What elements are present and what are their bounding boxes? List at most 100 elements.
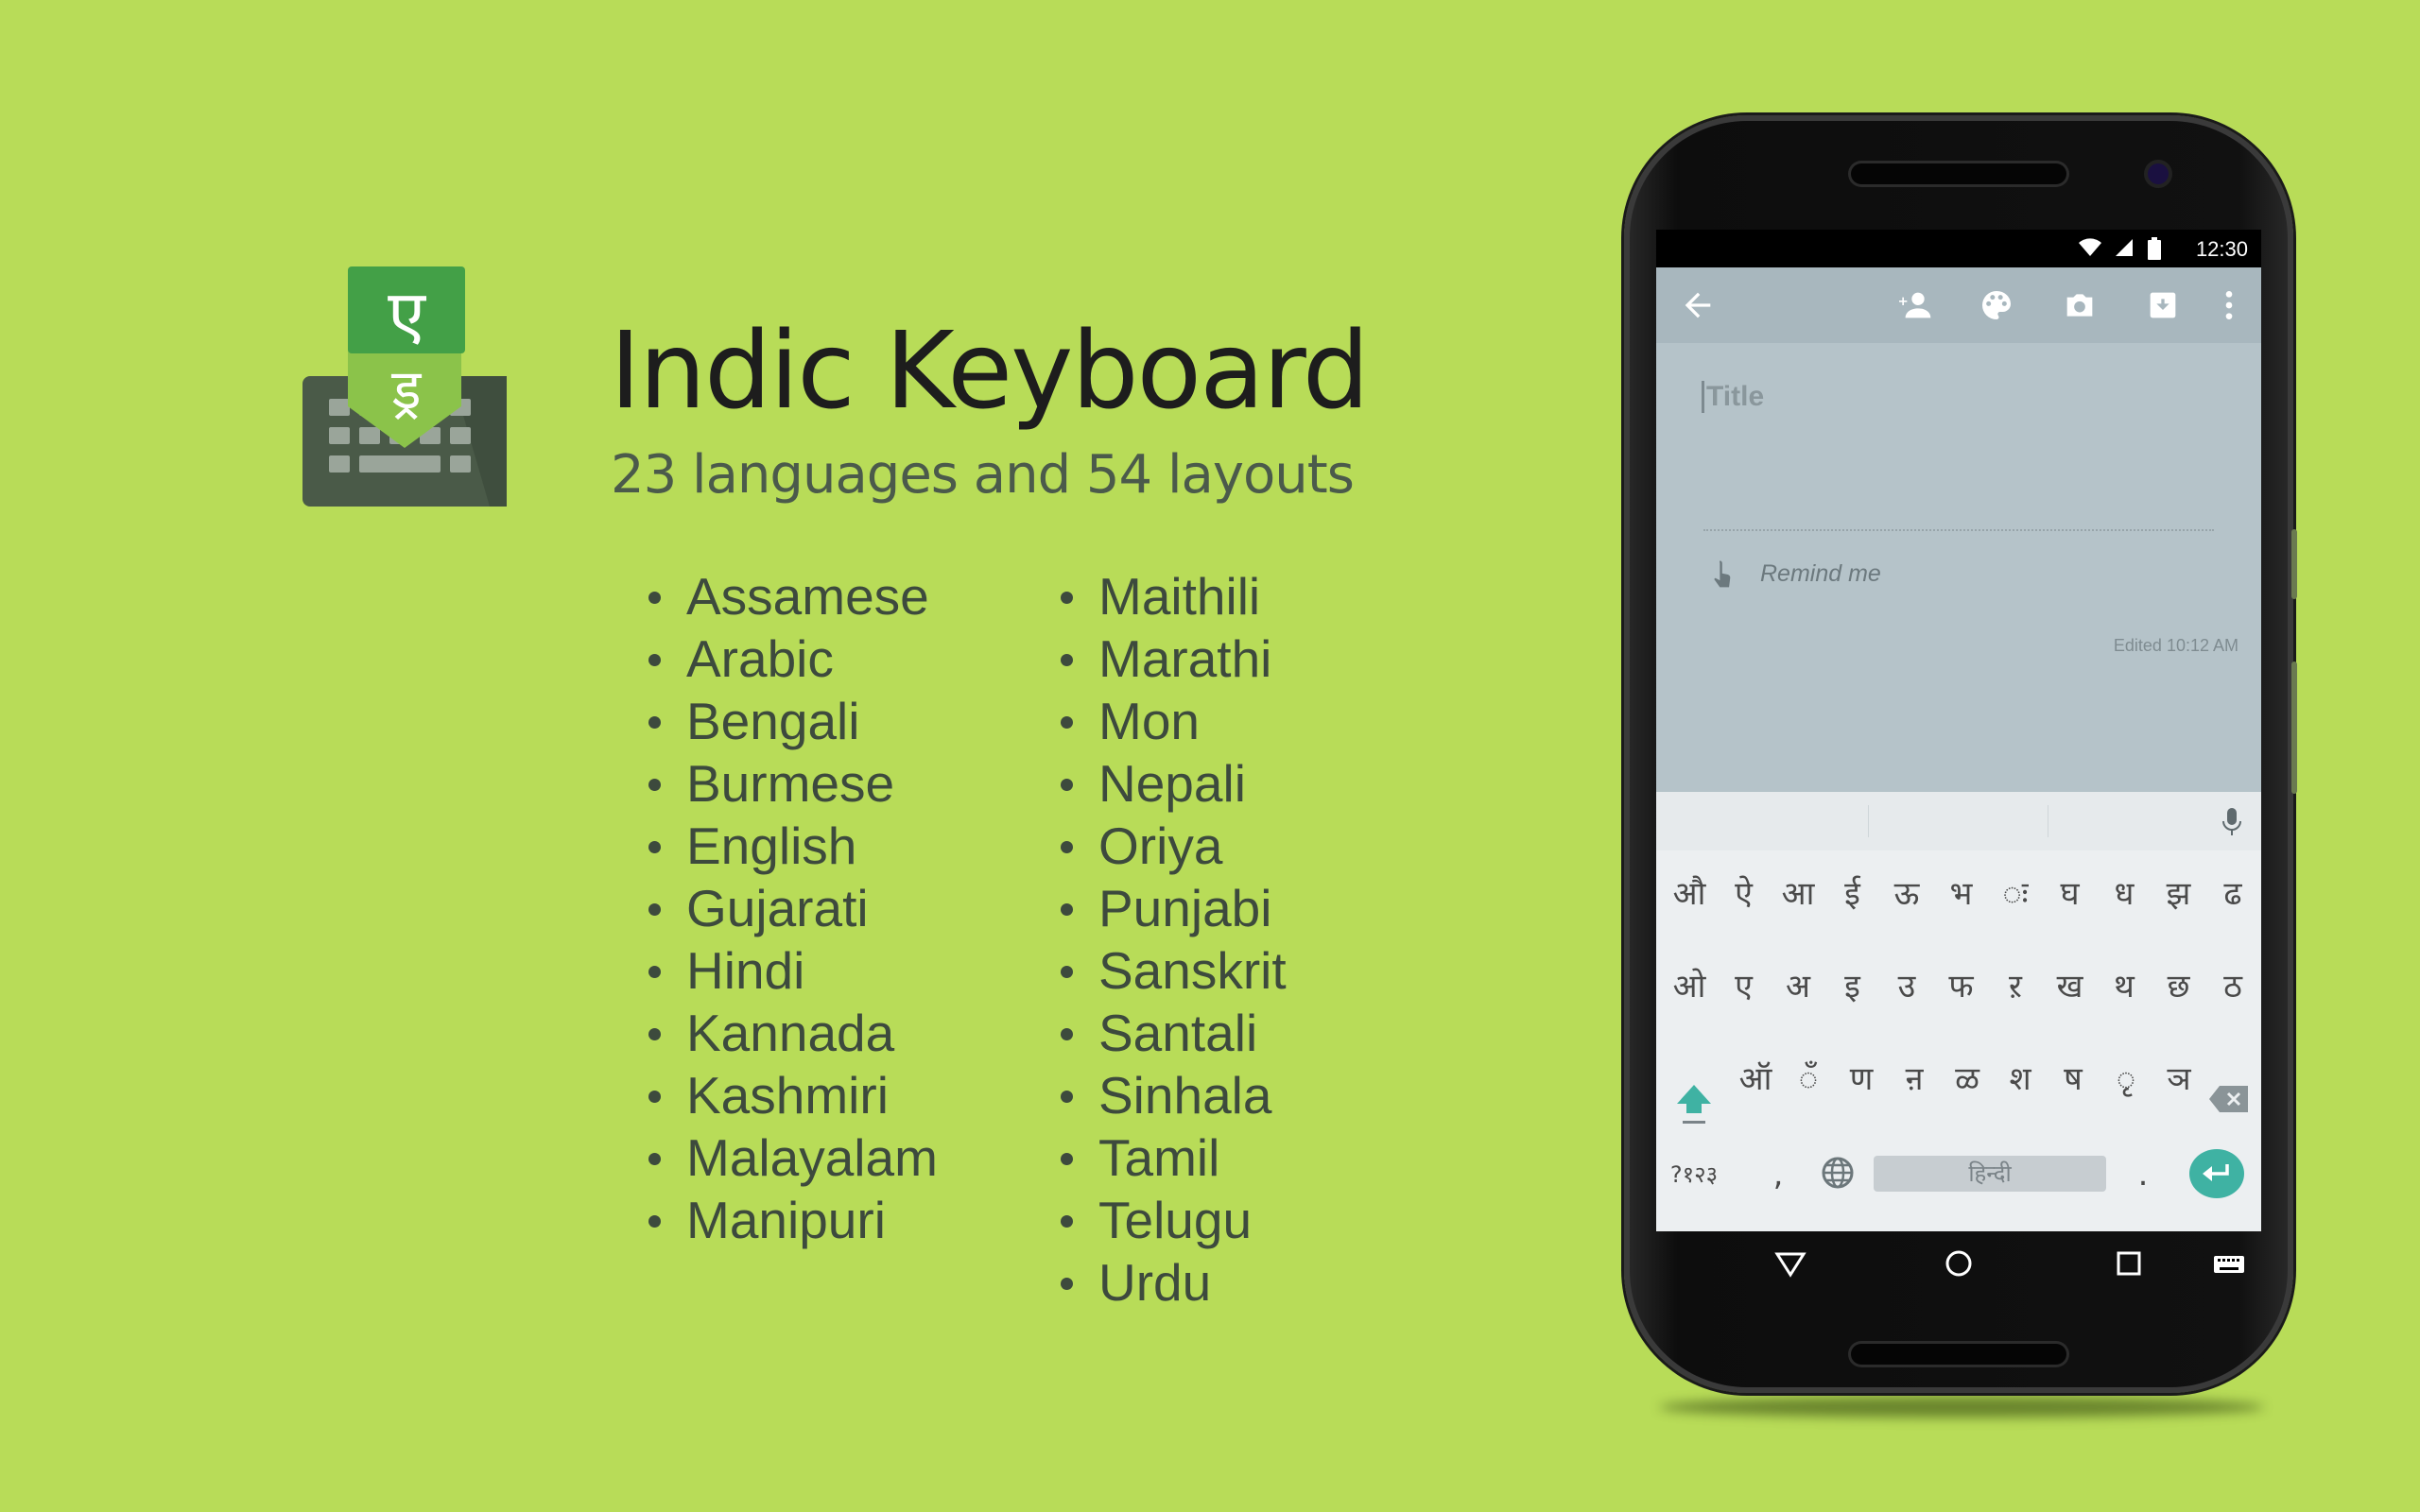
language-item: Tamil <box>1055 1126 1287 1189</box>
comma-key[interactable]: , <box>1751 1137 1806 1212</box>
key[interactable]: झ <box>2152 856 2206 932</box>
language-item: Santali <box>1055 1002 1287 1064</box>
strip-separator <box>1868 805 1869 837</box>
phone-shadow <box>1659 1397 2264 1418</box>
back-triangle-icon[interactable] <box>1772 1245 1809 1282</box>
key[interactable]: ऊ <box>1879 856 1934 932</box>
note-toolbar <box>1656 267 2261 343</box>
language-item: Malayalam <box>643 1126 938 1189</box>
app-icon-glyph-top: ए <box>388 275 426 354</box>
more-vert-icon[interactable] <box>2220 286 2238 324</box>
key[interactable]: ँ <box>1781 1041 1836 1117</box>
note-divider <box>1703 529 2214 531</box>
back-arrow-icon[interactable] <box>1679 286 1717 324</box>
remind-me-button[interactable]: Remind me <box>1760 560 1881 588</box>
recents-square-icon[interactable] <box>2110 1245 2148 1282</box>
language-item: Sinhala <box>1055 1064 1287 1126</box>
key[interactable]: ढ <box>2205 856 2260 932</box>
key[interactable]: आ <box>1771 856 1825 932</box>
language-item: Kannada <box>643 1002 938 1064</box>
language-item: Marathi <box>1055 627 1287 690</box>
mic-icon[interactable] <box>2221 807 2242 837</box>
language-item: Gujarati <box>643 877 938 939</box>
key[interactable]: ठ <box>2205 949 2260 1024</box>
key[interactable]: श <box>1993 1041 2048 1117</box>
key[interactable]: ऩ <box>1887 1041 1942 1117</box>
suggestion-strip <box>1656 792 2261 850</box>
key[interactable]: औ <box>1662 856 1717 932</box>
symbols-key[interactable]: ?१२३ <box>1664 1137 1724 1212</box>
key[interactable]: ऱ <box>1988 949 2043 1024</box>
phone-screen: 12:30 Title Remind me Edited 10:12 AM औ … <box>1656 230 2261 1231</box>
language-item: Nepali <box>1055 752 1287 815</box>
key[interactable]: ऐ <box>1717 856 1772 932</box>
shift-icon[interactable] <box>1668 1075 1720 1128</box>
key[interactable]: अ <box>1771 949 1825 1024</box>
status-time: 12:30 <box>2195 237 2248 261</box>
archive-icon[interactable] <box>2144 286 2182 324</box>
key[interactable]: ओ <box>1662 949 1717 1024</box>
language-item: Manipuri <box>643 1189 938 1251</box>
backspace-icon[interactable] <box>2208 1083 2250 1115</box>
language-item: Mon <box>1055 690 1287 752</box>
key[interactable]: ण <box>1834 1041 1889 1117</box>
language-list-column-1: Assamese Arabic Bengali Burmese English Gujar… <box>643 565 938 1251</box>
language-item: Burmese <box>643 752 938 815</box>
top-speaker <box>1851 163 2066 184</box>
signal-icon <box>2116 239 2133 256</box>
globe-icon[interactable] <box>1819 1154 1857 1192</box>
language-item: Oriya <box>1055 815 1287 877</box>
key[interactable]: ख <box>2043 949 2098 1024</box>
app-icon-glyph-bottom: ड्र <box>390 357 422 421</box>
period-key[interactable]: . <box>2116 1137 2170 1212</box>
key[interactable]: ई <box>1825 856 1880 932</box>
key[interactable]: भ <box>1934 856 1989 932</box>
camera-icon[interactable] <box>2061 286 2099 324</box>
key[interactable]: फ <box>1934 949 1989 1024</box>
enter-key[interactable] <box>2189 1149 2244 1198</box>
space-key[interactable]: हिन्दी <box>1874 1156 2106 1192</box>
remind-hand-icon <box>1714 560 1731 588</box>
language-item: Bengali <box>643 690 938 752</box>
add-person-icon[interactable] <box>1894 286 1932 324</box>
key[interactable]: ञ <box>2152 1041 2206 1117</box>
note-title-input[interactable]: Title <box>1702 381 1764 413</box>
page-subtitle: 23 languages and 54 layouts <box>611 444 1355 506</box>
bottom-speaker <box>1851 1344 2066 1365</box>
language-item: Telugu <box>1055 1189 1287 1251</box>
status-bar: 12:30 <box>1656 230 2261 267</box>
key[interactable]: ृ <box>2099 1041 2153 1117</box>
language-item: Sanskrit <box>1055 939 1287 1002</box>
key[interactable]: थ <box>2097 949 2152 1024</box>
power-button <box>2291 662 2297 794</box>
key[interactable]: इ <box>1825 949 1880 1024</box>
battery-icon <box>2148 237 2161 260</box>
key[interactable]: ळ <box>1940 1041 1995 1117</box>
key[interactable]: ध <box>2097 856 2152 932</box>
indic-keyboard: औ ऐ आ ई ऊ भः घ ध झ ढ ओएअइउफऱखथछठ ऑँ ण ऩ ळ श षृ ञ ?१२३ ,… <box>1656 792 2261 1231</box>
key[interactable]: ए <box>1717 949 1772 1024</box>
language-item: Hindi <box>643 939 938 1002</box>
front-camera <box>2148 163 2169 184</box>
language-item: Maithili <box>1055 565 1287 627</box>
page-title: Indic Keyboard <box>610 310 1370 433</box>
home-circle-icon[interactable] <box>1940 1245 1978 1282</box>
key[interactable]: छ <box>2152 949 2206 1024</box>
wifi-icon <box>2079 238 2101 256</box>
language-item: Punjabi <box>1055 877 1287 939</box>
key[interactable]: ष <box>2046 1041 2100 1117</box>
keyboard-icon[interactable] <box>2210 1245 2248 1282</box>
key[interactable]: ऑ <box>1728 1041 1783 1117</box>
language-item: Kashmiri <box>643 1064 938 1126</box>
key[interactable]: ः <box>1988 856 2043 932</box>
palette-icon[interactable] <box>1978 286 2015 324</box>
key[interactable]: घ <box>2043 856 2098 932</box>
key[interactable]: उ <box>1879 949 1934 1024</box>
app-icon: ए ड्र <box>301 265 509 510</box>
language-list-column-2: Maithili Marathi Mon Nepali Oriya Punjabi Sans… <box>1055 565 1287 1314</box>
volume-button <box>2291 529 2297 599</box>
language-item: Arabic <box>643 627 938 690</box>
enter-icon <box>2203 1164 2229 1181</box>
nav-bar <box>1656 1231 2261 1297</box>
language-item: Urdu <box>1055 1251 1287 1314</box>
